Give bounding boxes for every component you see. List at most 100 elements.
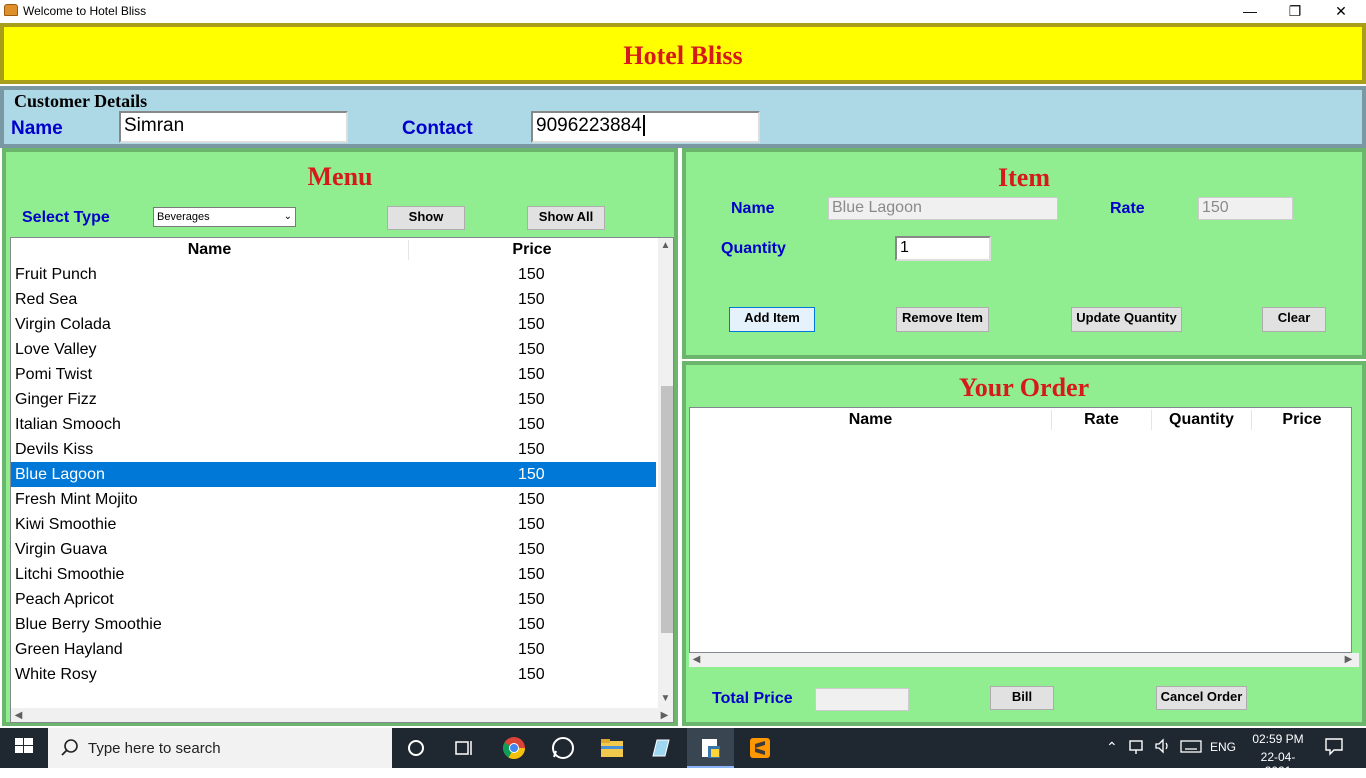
sublime-text-icon[interactable]	[748, 736, 772, 760]
notifications-icon[interactable]	[1324, 736, 1348, 760]
scroll-right-icon[interactable]: ▶	[1341, 654, 1356, 665]
menu-row[interactable]: Italian Smooch 150	[11, 412, 656, 437]
menu-row-name: Green Hayland	[15, 641, 123, 658]
menu-row[interactable]: Blue Berry Smoothie 150	[11, 612, 656, 637]
menu-row[interactable]: Litchi Smoothie 150	[11, 562, 656, 587]
customer-name-input[interactable]: Simran	[119, 111, 348, 143]
order-horizontal-scrollbar[interactable]: ◀ ▶	[689, 653, 1359, 667]
scroll-left-icon[interactable]: ◀	[689, 654, 704, 665]
total-price-field	[815, 688, 909, 711]
notepad-icon[interactable]	[649, 736, 673, 760]
file-explorer-icon[interactable]	[600, 736, 624, 760]
window-title: Welcome to Hotel Bliss	[23, 4, 147, 18]
menu-table[interactable]: Name Price Fruit Punch 150 Red Sea 150 Virgi…	[10, 237, 674, 723]
close-button[interactable]: ✕	[1318, 0, 1364, 23]
item-name-label: Name	[731, 200, 775, 217]
clock-time[interactable]: 02:59 PM	[1248, 732, 1308, 746]
menu-row-price: 150	[518, 341, 545, 358]
order-column-name[interactable]: Name	[690, 408, 1051, 432]
menu-horizontal-scrollbar[interactable]: ◀ ▶	[11, 708, 673, 722]
menu-row[interactable]: Blue Lagoon 150	[11, 462, 656, 487]
menu-row-name: Love Valley	[15, 341, 97, 358]
menu-row-price: 150	[518, 366, 545, 383]
restore-button[interactable]: ❐	[1272, 0, 1318, 23]
scroll-left-icon[interactable]: ◀	[11, 710, 26, 721]
menu-vertical-scrollbar[interactable]: ▲ ▼	[658, 238, 673, 708]
menu-row[interactable]: Virgin Colada 150	[11, 312, 656, 337]
scroll-up-icon[interactable]: ▲	[658, 240, 673, 251]
volume-icon[interactable]	[1153, 736, 1177, 760]
menu-row-name: Pomi Twist	[15, 366, 93, 383]
customer-details-frame: Customer Details Name Simran Contact 909…	[0, 86, 1366, 148]
menu-row-price: 150	[518, 466, 545, 483]
show-all-button[interactable]: Show All	[527, 206, 605, 230]
menu-column-name[interactable]: Name	[11, 238, 408, 262]
customer-details-legend: Customer Details	[14, 91, 148, 111]
menu-row-price: 150	[518, 666, 545, 683]
cancel-order-button[interactable]: Cancel Order	[1156, 686, 1247, 710]
header-banner: Hotel Bliss	[0, 23, 1366, 84]
customer-contact-label: Contact	[402, 118, 473, 139]
menu-row[interactable]: Ginger Fizz 150	[11, 387, 656, 412]
menu-row[interactable]: Green Hayland 150	[11, 637, 656, 662]
timeline-icon[interactable]	[452, 736, 476, 760]
menu-row-name: Italian Smooch	[15, 416, 121, 433]
menu-row-name: Virgin Colada	[15, 316, 111, 333]
customer-contact-input[interactable]: 9096223884	[531, 111, 760, 143]
menu-row[interactable]: Devils Kiss 150	[11, 437, 656, 462]
menu-row-price: 150	[518, 616, 545, 633]
python-taskbar-item[interactable]	[687, 728, 734, 768]
contact-value: 9096223884	[536, 115, 642, 136]
type-dropdown[interactable]: Beverages ⌄	[153, 207, 296, 227]
menu-row-name: Devils Kiss	[15, 441, 94, 458]
customer-name-label: Name	[11, 118, 63, 139]
task-view-icon[interactable]	[404, 736, 428, 760]
clock-date[interactable]: 22-04-2021	[1248, 750, 1308, 778]
menu-row[interactable]: White Rosy 150	[11, 662, 656, 687]
chevron-up-icon[interactable]: ⌃	[1106, 739, 1118, 756]
app-icon	[4, 4, 18, 16]
order-column-price[interactable]: Price	[1252, 408, 1351, 432]
chrome-icon[interactable]	[502, 736, 526, 760]
windows-start-icon[interactable]	[14, 736, 38, 760]
taskbar: Type here to search ⌃ ENG 02:59 PM 22-04…	[0, 728, 1366, 778]
menu-row-price: 150	[518, 641, 545, 658]
add-item-button[interactable]: Add Item	[729, 307, 815, 332]
clear-button[interactable]: Clear	[1262, 307, 1326, 332]
order-column-rate[interactable]: Rate	[1052, 408, 1151, 432]
whatsapp-icon[interactable]	[551, 736, 575, 760]
select-type-label: Select Type	[22, 209, 110, 226]
show-button[interactable]: Show	[387, 206, 465, 230]
bill-button[interactable]: Bill	[990, 686, 1054, 710]
language-indicator[interactable]: ENG	[1210, 740, 1236, 754]
menu-row-price: 150	[518, 416, 545, 433]
menu-row[interactable]: Love Valley 150	[11, 337, 656, 362]
menu-row[interactable]: Kiwi Smoothie 150	[11, 512, 656, 537]
quantity-input[interactable]: 1	[895, 236, 991, 261]
scroll-down-icon[interactable]: ▼	[658, 693, 673, 704]
network-icon[interactable]	[1128, 736, 1152, 760]
keyboard-icon[interactable]	[1180, 736, 1204, 760]
order-column-quantity[interactable]: Quantity	[1152, 408, 1251, 432]
search-placeholder: Type here to search	[88, 740, 221, 757]
window-title-bar: Welcome to Hotel Bliss — ❐ ✕	[0, 0, 1366, 23]
order-table[interactable]: Name Rate Quantity Price	[689, 407, 1352, 653]
taskbar-search-box[interactable]: Type here to search	[48, 728, 392, 768]
scroll-thumb[interactable]	[661, 386, 673, 633]
remove-item-button[interactable]: Remove Item	[896, 307, 989, 332]
menu-row[interactable]: Peach Apricot 150	[11, 587, 656, 612]
menu-row[interactable]: Pomi Twist 150	[11, 362, 656, 387]
update-quantity-button[interactable]: Update Quantity	[1071, 307, 1182, 332]
scroll-right-icon[interactable]: ▶	[657, 710, 672, 721]
menu-row-name: Ginger Fizz	[15, 391, 97, 408]
order-title: Your Order	[958, 373, 1090, 402]
menu-panel: Menu Select Type Beverages ⌄ Show Show A…	[2, 148, 678, 726]
menu-row[interactable]: Virgin Guava 150	[11, 537, 656, 562]
menu-row[interactable]: Fruit Punch 150	[11, 262, 656, 287]
menu-row[interactable]: Red Sea 150	[11, 287, 656, 312]
menu-column-price[interactable]: Price	[409, 238, 655, 262]
menu-row[interactable]: Fresh Mint Mojito 150	[11, 487, 656, 512]
total-price-label: Total Price	[712, 690, 793, 707]
minimize-button[interactable]: —	[1227, 0, 1273, 23]
menu-row-name: Blue Lagoon	[15, 466, 105, 483]
